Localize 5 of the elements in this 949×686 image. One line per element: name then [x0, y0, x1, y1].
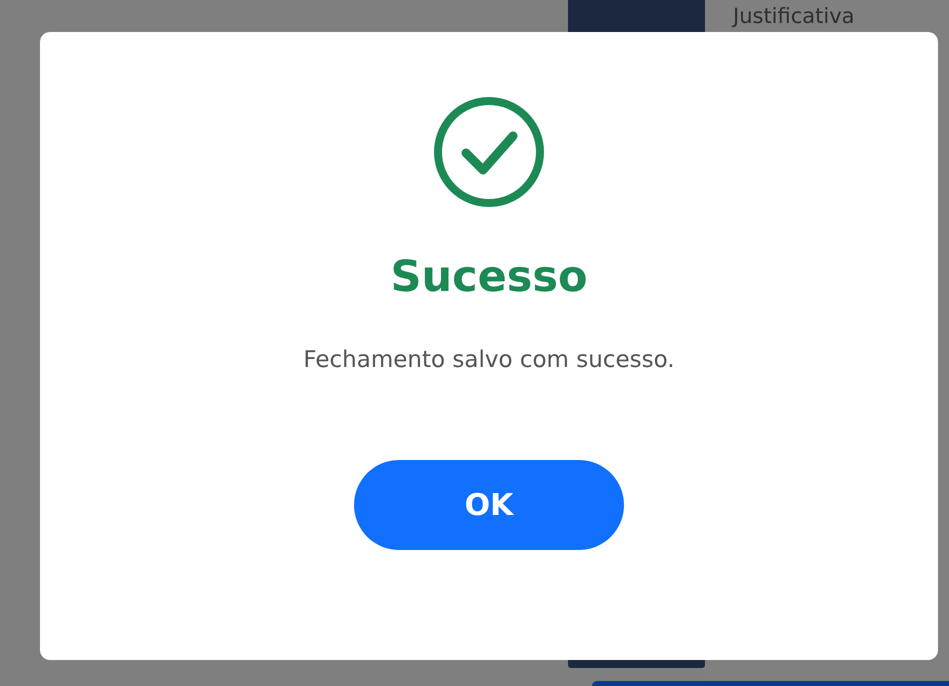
dialog-title: Sucesso: [390, 256, 588, 299]
dialog-message: Fechamento salvo com sucesso.: [303, 349, 675, 372]
ok-button[interactable]: OK: [354, 460, 624, 550]
field-label: Justificativa: [730, 3, 856, 29]
check-circle-icon: [433, 96, 545, 208]
